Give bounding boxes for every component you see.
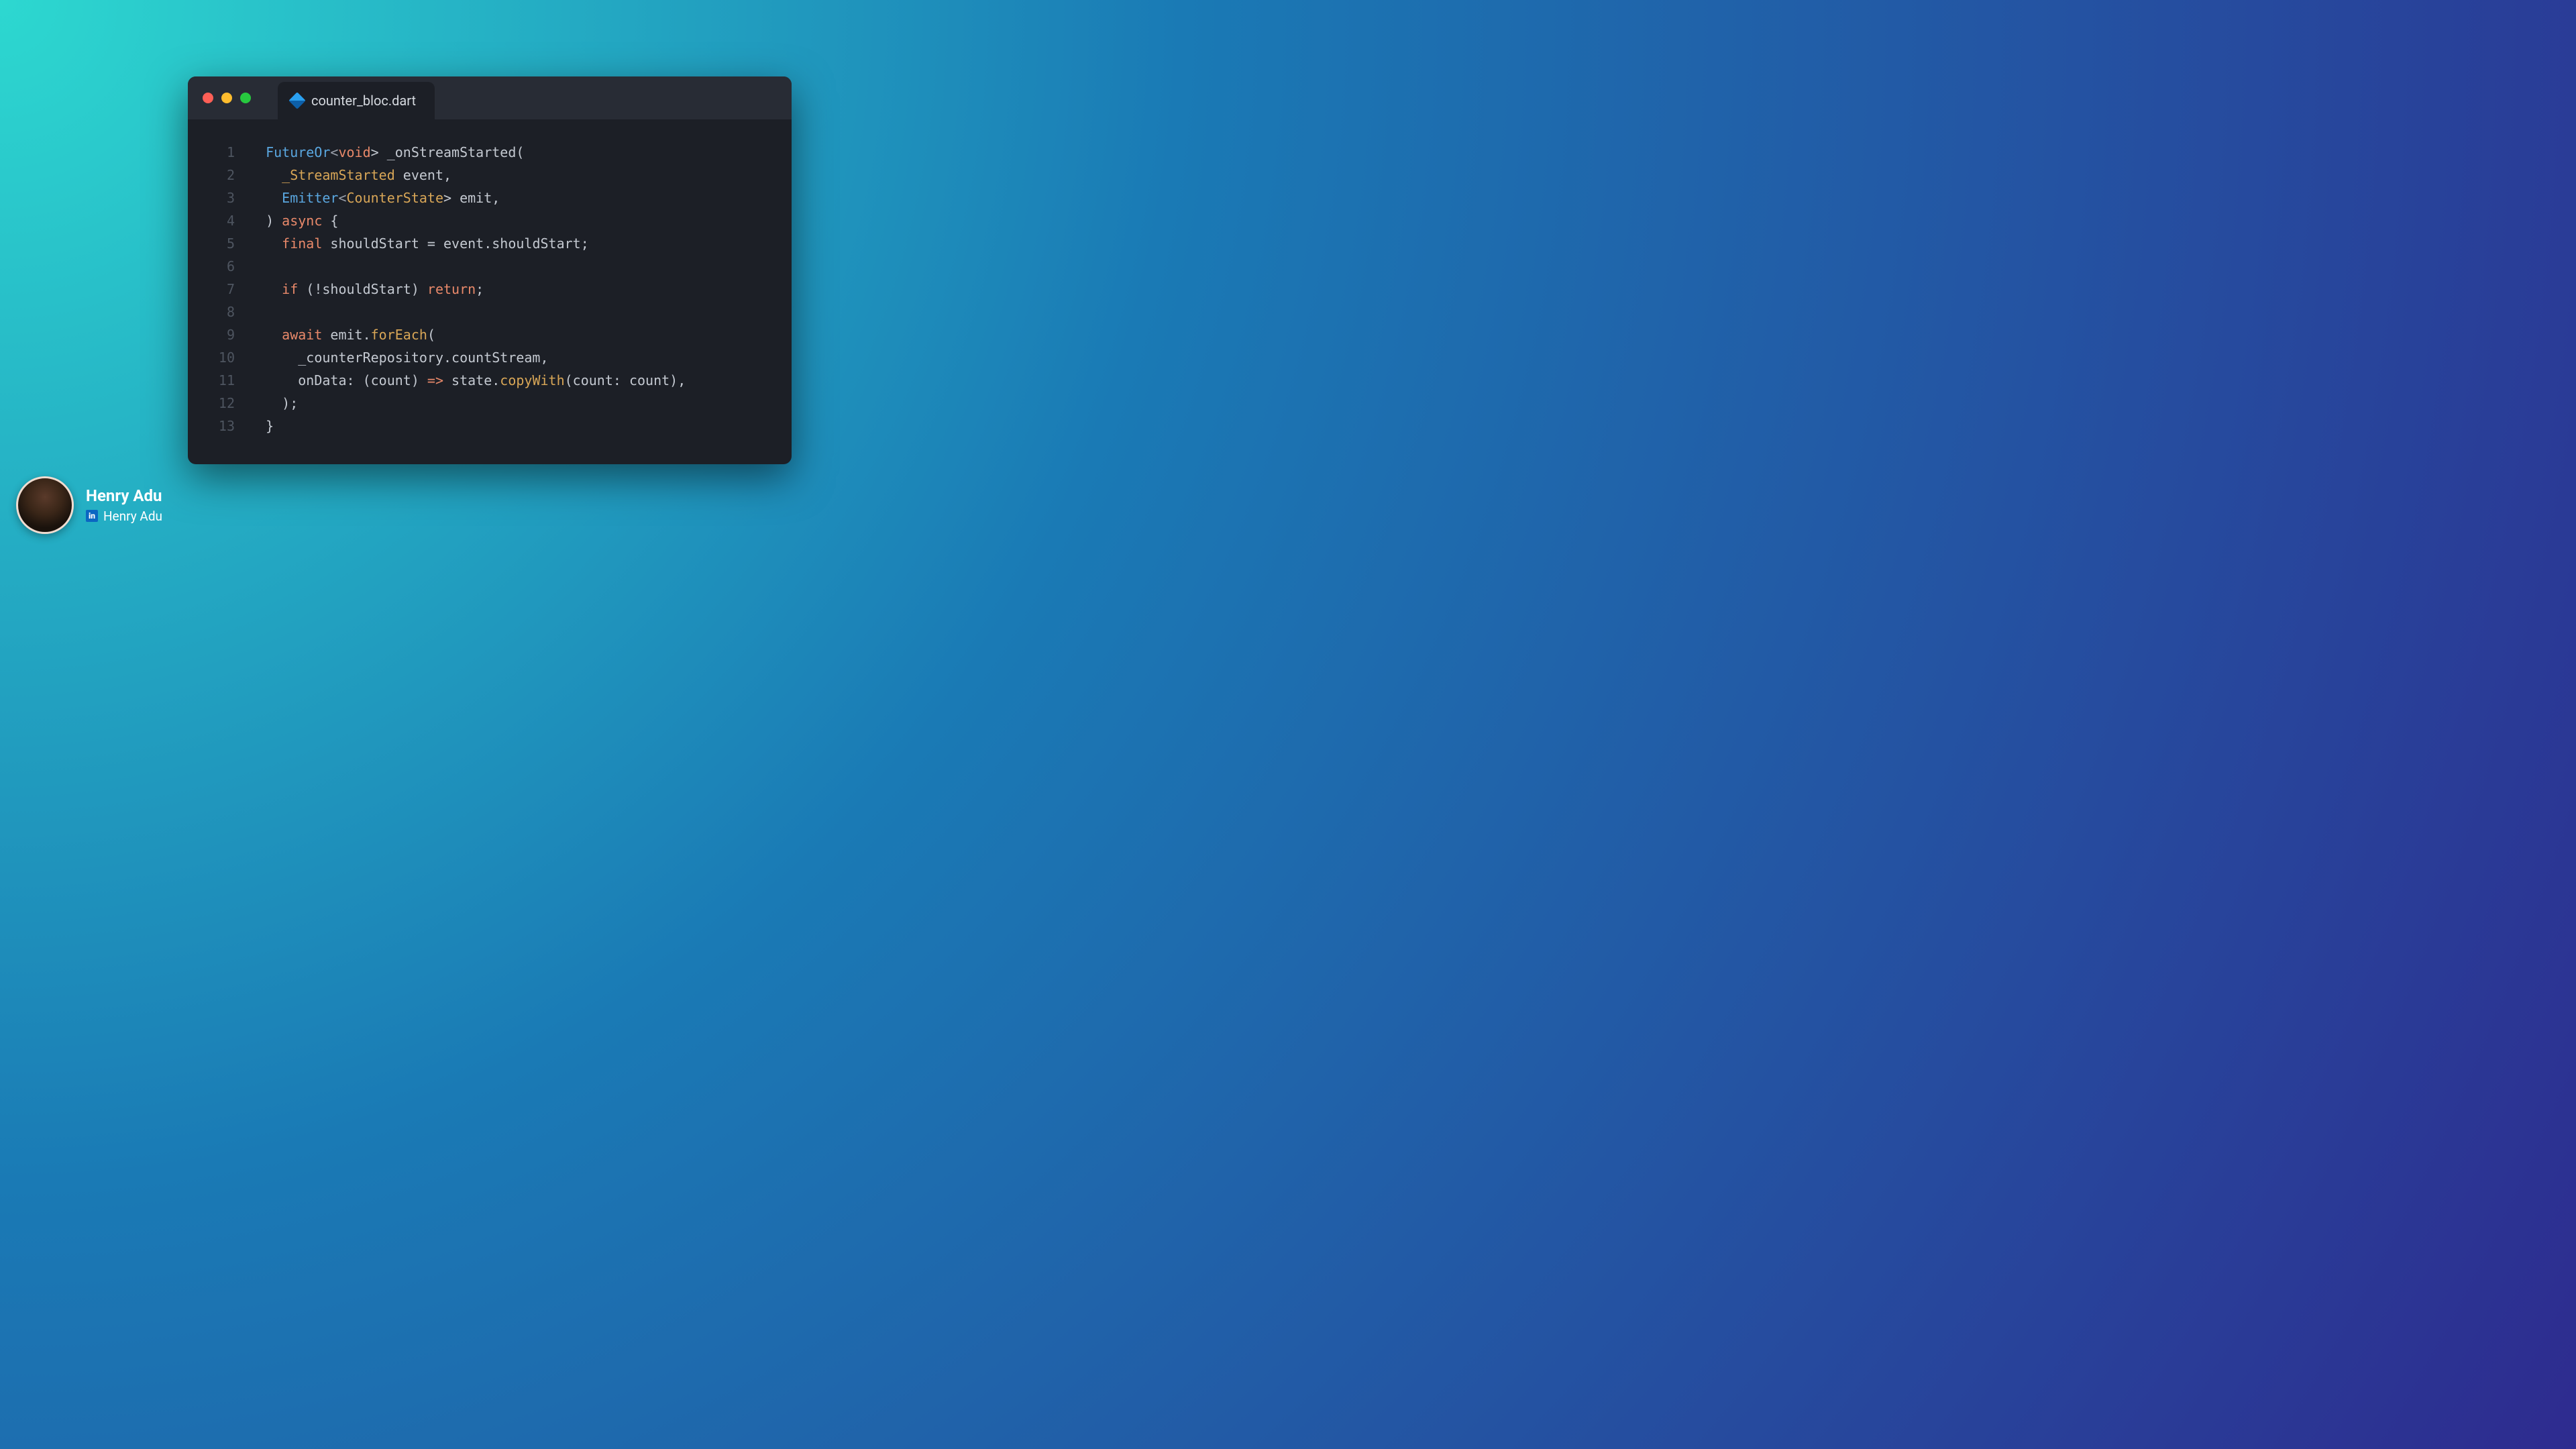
tab-active[interactable]: counter_bloc.dart [278,82,435,119]
avatar [16,476,74,534]
line-number: 6 [207,255,235,278]
code-content: FutureOr<void> _onStreamStarted( [250,141,524,164]
line-number: 5 [207,232,235,255]
line-number: 3 [207,186,235,209]
line-number: 9 [207,323,235,346]
code-line: 1 FutureOr<void> _onStreamStarted( [207,141,773,164]
code-line: 12 ); [207,392,773,415]
code-line: 13 } [207,415,773,437]
line-number: 7 [207,278,235,301]
code-content: ) async { [250,209,338,232]
author-name: Henry Adu [86,486,162,506]
line-number: 1 [207,141,235,164]
code-window: counter_bloc.dart 1 FutureOr<void> _onSt… [188,76,792,464]
author-linkedin[interactable]: in Henry Adu [86,508,162,524]
code-content: Emitter<CounterState> emit, [250,186,500,209]
line-number: 12 [207,392,235,415]
line-number: 13 [207,415,235,437]
code-content: await emit.forEach( [250,323,435,346]
author-card: Henry Adu in Henry Adu [16,476,162,534]
code-line: 8 [207,301,773,323]
code-content: } [250,415,274,437]
line-number: 10 [207,346,235,369]
author-text: Henry Adu in Henry Adu [86,486,162,524]
code-content: _StreamStarted event, [250,164,451,186]
code-line: 10 _counterRepository.countStream, [207,346,773,369]
code-line: 7 if (!shouldStart) return; [207,278,773,301]
code-editor: 1 FutureOr<void> _onStreamStarted(2 _Str… [188,119,792,464]
zoom-icon[interactable] [240,93,251,103]
code-content: onData: (count) => state.copyWith(count:… [250,369,686,392]
line-number: 11 [207,369,235,392]
code-line: 2 _StreamStarted event, [207,164,773,186]
close-icon[interactable] [203,93,213,103]
code-line: 3 Emitter<CounterState> emit, [207,186,773,209]
minimize-icon[interactable] [221,93,232,103]
tab-filename: counter_bloc.dart [311,93,416,109]
code-content: ); [250,392,298,415]
code-line: 4 ) async { [207,209,773,232]
code-line: 9 await emit.forEach( [207,323,773,346]
traffic-lights [203,93,251,103]
line-number: 8 [207,301,235,323]
window-titlebar: counter_bloc.dart [188,76,792,119]
line-number: 4 [207,209,235,232]
line-number: 2 [207,164,235,186]
dart-file-icon [288,92,305,109]
author-linkedin-label: Henry Adu [103,508,162,524]
linkedin-icon: in [86,510,98,522]
code-line: 11 onData: (count) => state.copyWith(cou… [207,369,773,392]
code-content: final shouldStart = event.shouldStart; [250,232,589,255]
code-content: if (!shouldStart) return; [250,278,484,301]
code-content: _counterRepository.countStream, [250,346,549,369]
code-line: 5 final shouldStart = event.shouldStart; [207,232,773,255]
code-line: 6 [207,255,773,278]
